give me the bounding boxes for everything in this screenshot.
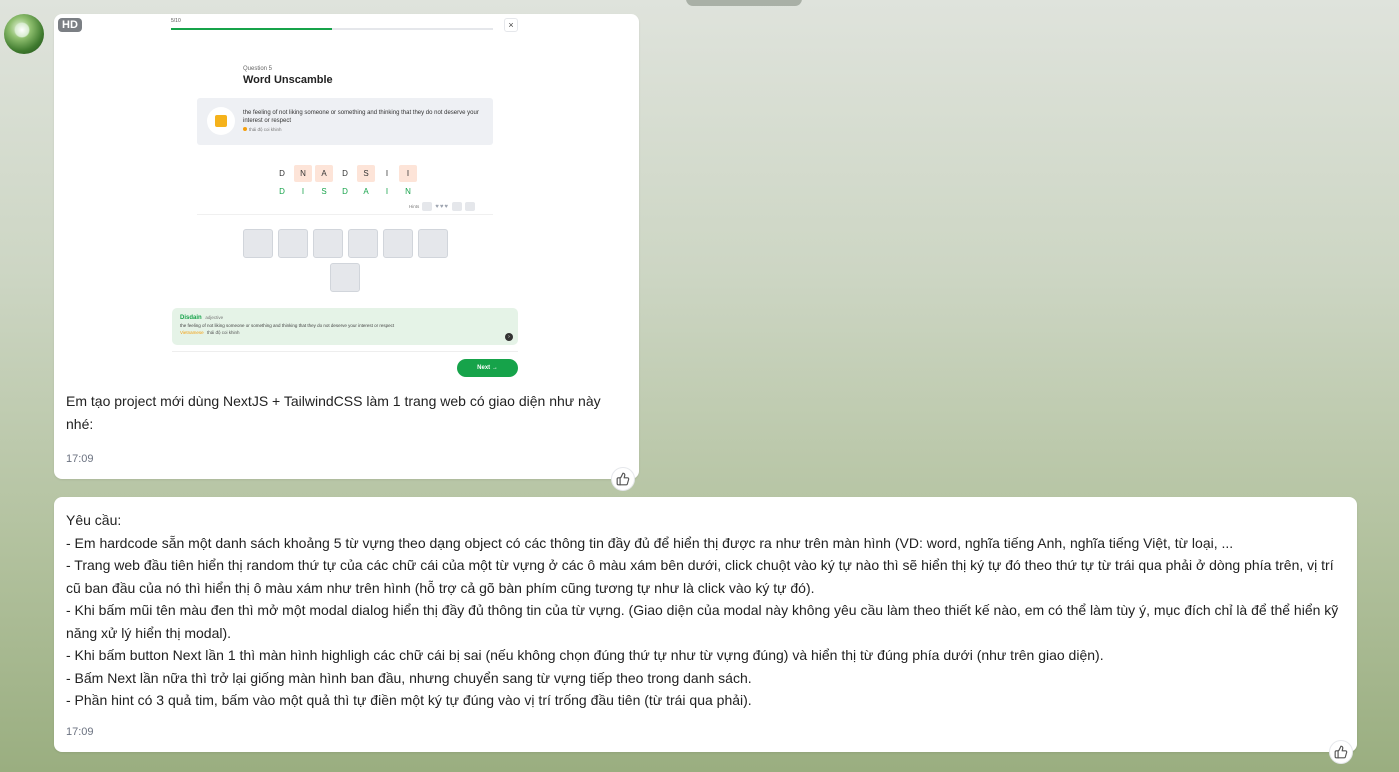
answer-word-text: Disdain: [180, 315, 202, 321]
thumbs-up-icon: [1334, 745, 1348, 759]
definition-vi: thái độ coi khinh: [243, 127, 282, 132]
answer-vi-tag: Vietnamese: [180, 330, 204, 335]
scrambled-letter: S: [357, 165, 375, 182]
question-title: Word Unscamble: [243, 74, 333, 86]
empty-slot: [278, 229, 308, 258]
message-bubble-text[interactable]: Yêu cầu: - Em hardcode sẵn một danh sách…: [54, 497, 1357, 752]
letter-slots-row: [243, 229, 448, 258]
empty-slot: [243, 229, 273, 258]
empty-slot: [383, 229, 413, 258]
hint-action-icon: [464, 202, 475, 211]
empty-slot: [418, 229, 448, 258]
divider: [197, 214, 493, 215]
letter-slots-row: [330, 263, 360, 292]
progress-label: 5/10: [171, 18, 181, 24]
message-text: Yêu cầu: - Em hardcode sẵn một danh sách…: [66, 509, 1351, 712]
message-line: - Bấm Next lần nữa thì trở lại giống màn…: [66, 669, 752, 686]
empty-slot: [348, 229, 378, 258]
hd-badge: HD: [58, 18, 82, 32]
next-button: Next →: [457, 359, 518, 377]
react-button[interactable]: [1329, 740, 1353, 764]
message-time: 17:09: [66, 453, 94, 465]
message-line: - Khi bấm button Next lần 1 thì màn hình…: [66, 647, 1104, 663]
definition-text: the feeling of not liking someone or som…: [243, 110, 479, 124]
hints-label: Hints: [409, 204, 420, 209]
scrambled-letter: A: [315, 165, 333, 182]
message-line: - Em hardcode sẵn một danh sách khoảng 5…: [66, 534, 1234, 551]
answer-letter: D: [342, 187, 348, 196]
attached-screenshot[interactable]: 5/10 × Question 5 Word Unscamble the fee…: [54, 14, 639, 384]
definition-card: the feeling of not liking someone or som…: [197, 98, 493, 145]
message-line: - Trang web đầu tiên hiển thị random thứ…: [66, 557, 1334, 596]
answer-pos: adjective: [205, 315, 224, 320]
thumbs-up-icon: [616, 472, 630, 486]
arrow-right-icon: ›: [505, 333, 513, 341]
progress-bar: [171, 28, 493, 30]
scrambled-letter: I: [399, 165, 417, 182]
hint-action-icon: [451, 202, 462, 211]
scrambled-letters-row: DNADSII: [273, 165, 417, 182]
scrambled-letter: D: [279, 169, 285, 178]
empty-slot: [330, 263, 360, 292]
react-button[interactable]: [611, 467, 635, 491]
box-icon: [207, 107, 235, 135]
scrambled-letter: N: [294, 165, 312, 182]
answer-letter: I: [301, 187, 305, 196]
answer-letter: S: [321, 187, 327, 196]
close-icon: ×: [504, 18, 518, 32]
answer-letter: D: [279, 187, 285, 196]
message-line: Yêu cầu:: [66, 512, 122, 528]
answer-letter: N: [405, 187, 411, 196]
progress-fill: [171, 28, 332, 30]
message-line: - Khi bấm mũi tên màu đen thì mở một mod…: [66, 602, 1339, 641]
scrambled-letter: I: [385, 169, 389, 178]
empty-slot: [313, 229, 343, 258]
answer-vi-text: thái độ coi khinh: [206, 330, 240, 335]
answer-letter: I: [385, 187, 389, 196]
message-line: - Phần hint có 3 quả tim, bấm vào một qu…: [66, 692, 752, 708]
divider: [172, 351, 518, 352]
message-text: Em tạo project mới dùng NextJS + Tailwin…: [66, 393, 601, 432]
answer-card: Disdain adjective the feeling of not lik…: [172, 308, 518, 345]
hints-row: Hints ♥♥♥: [409, 202, 475, 211]
sender-avatar[interactable]: [4, 14, 44, 54]
question-label: Question 5: [243, 66, 273, 72]
message-time: 17:09: [66, 726, 94, 738]
answer-vi: Vietnamese thái độ coi khinh: [180, 330, 239, 335]
answer-definition: the feeling of not liking someone or som…: [180, 323, 395, 328]
hearts-icon: ♥♥♥: [435, 203, 449, 210]
answer-letter: A: [363, 187, 369, 196]
answer-word: Disdain adjective: [180, 315, 223, 321]
hint-icon: [422, 202, 433, 211]
scrambled-letter: D: [342, 169, 348, 178]
message-bubble-image[interactable]: 5/10 × Question 5 Word Unscamble the fee…: [54, 14, 639, 479]
top-date-pill: [686, 0, 802, 6]
correct-answer-row: DISDAIN: [273, 186, 417, 198]
